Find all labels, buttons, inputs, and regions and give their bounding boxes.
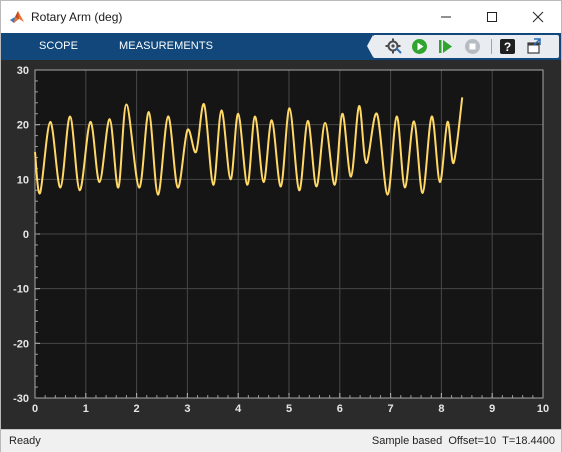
status-ready: Ready	[9, 435, 41, 447]
run-icon[interactable]	[411, 38, 428, 55]
status-offset: Offset=10	[448, 435, 497, 447]
x-tick-label: 5	[286, 403, 292, 415]
x-tick-label: 6	[337, 403, 343, 415]
undock-icon[interactable]	[525, 38, 542, 55]
svg-text:?: ?	[504, 40, 511, 54]
tab-scope[interactable]: SCOPE	[39, 40, 78, 52]
x-tick-label: 4	[235, 403, 242, 415]
toolstrip-quick-access: ?	[367, 35, 559, 58]
status-mode: Sample based	[371, 435, 443, 447]
tab-measurements[interactable]: MEASUREMENTS	[119, 40, 213, 52]
status-bar: Ready Sample based Offset=10 T=18.4400	[1, 429, 561, 452]
x-tick-label: 1	[83, 403, 89, 415]
y-tick-label: 0	[23, 229, 29, 241]
minimize-button[interactable]	[423, 1, 469, 33]
x-tick-label: 8	[438, 403, 444, 415]
title-bar: Rotary Arm (deg)	[1, 1, 561, 33]
x-tick-label: 9	[489, 403, 495, 415]
status-info: Sample based Offset=10 T=18.4400	[372, 435, 555, 447]
y-tick-label: 10	[17, 174, 29, 186]
window-title: Rotary Arm (deg)	[31, 10, 123, 24]
y-tick-label: -30	[13, 393, 29, 405]
x-tick-label: 10	[537, 403, 549, 415]
stop-icon[interactable]	[464, 38, 481, 55]
y-tick-label: 30	[17, 65, 29, 77]
maximize-icon	[487, 12, 497, 22]
x-tick-label: 3	[184, 403, 190, 415]
status-time: T=18.4400	[502, 435, 555, 447]
x-tick-label: 7	[388, 403, 394, 415]
y-tick-label: -20	[13, 338, 29, 350]
matlab-icon	[10, 11, 24, 23]
scope-plot[interactable]: 0 1 2 3 4 5 6 7 8 9 10 30 20 10 0 -10 -20 -30	[1, 60, 561, 429]
scope-window: Rotary Arm (deg) SCOPE MEASUREMENTS ? 0 …	[0, 0, 562, 452]
step-forward-icon[interactable]	[437, 38, 454, 55]
x-tick-label: 0	[32, 403, 38, 415]
x-tick-label: 2	[134, 403, 140, 415]
close-icon	[532, 11, 544, 23]
close-button[interactable]	[515, 1, 561, 33]
settings-icon[interactable]	[385, 38, 402, 55]
help-icon[interactable]: ?	[499, 38, 516, 55]
maximize-button[interactable]	[469, 1, 515, 33]
y-tick-label: 20	[17, 120, 29, 132]
toolstrip: SCOPE MEASUREMENTS ?	[1, 33, 561, 60]
minimize-icon	[441, 16, 451, 18]
y-tick-label: -10	[13, 284, 29, 296]
